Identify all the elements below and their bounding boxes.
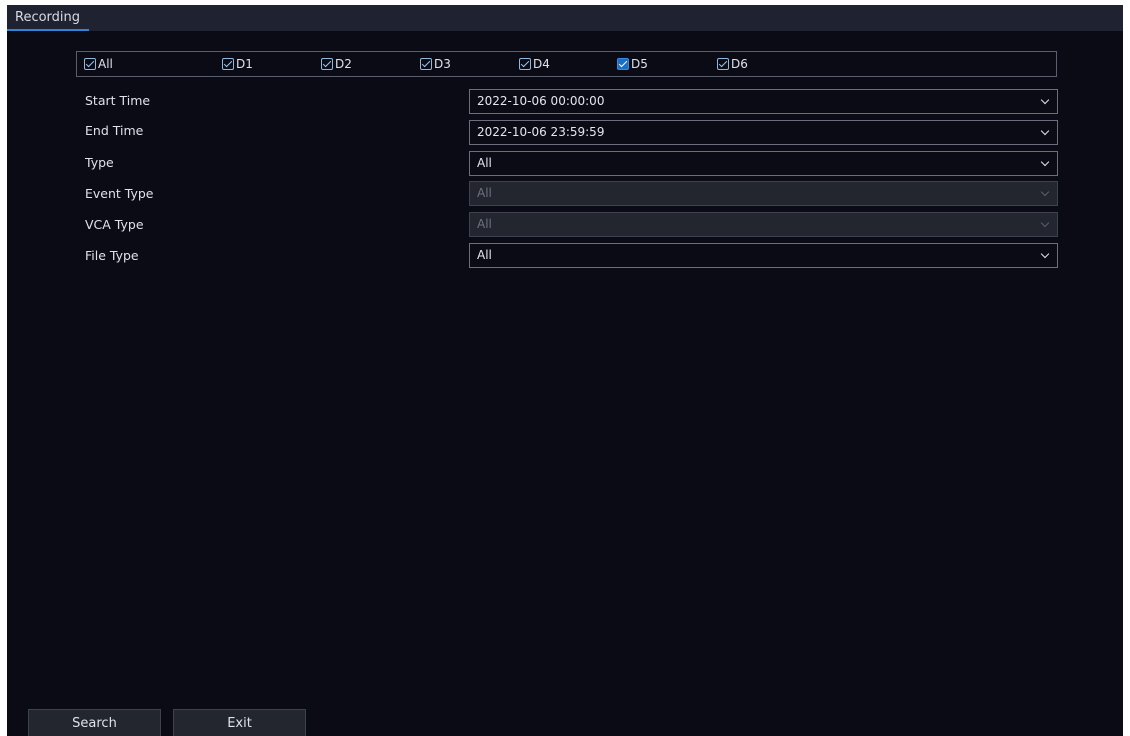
checkbox-checked-icon	[617, 58, 629, 70]
chevron-down-icon	[1040, 95, 1050, 105]
vca-type-select: All	[469, 212, 1058, 237]
channel-checkbox-d2[interactable]: D2	[321, 55, 352, 73]
vca-type-label: VCA Type	[85, 217, 144, 232]
end-time-label: End Time	[85, 123, 144, 138]
channel-label: D5	[631, 57, 648, 71]
tab-recording[interactable]: Recording	[7, 5, 90, 31]
start-time-label: Start Time	[85, 93, 151, 108]
recording-search-screen: Recording All D1 D2 D3 D4 D5 D6 Start Ti…	[7, 5, 1123, 736]
file-type-label: File Type	[85, 248, 139, 263]
channel-checkbox-d6[interactable]: D6	[717, 55, 748, 73]
end-time-field[interactable]: 2022-10-06 23:59:59	[469, 120, 1058, 145]
channel-label: D6	[731, 57, 748, 71]
checkbox-checked-icon	[222, 58, 234, 70]
vca-type-value: All	[477, 217, 492, 231]
type-select[interactable]: All	[469, 151, 1058, 176]
tab-bar: Recording	[7, 5, 1123, 31]
event-type-value: All	[477, 186, 492, 200]
exit-button[interactable]: Exit	[173, 709, 306, 736]
chevron-down-icon	[1040, 218, 1050, 228]
start-time-field[interactable]: 2022-10-06 00:00:00	[469, 89, 1058, 114]
channel-label: All	[98, 57, 113, 71]
channel-label: D3	[434, 57, 451, 71]
type-label: Type	[85, 155, 114, 170]
channel-label: D4	[533, 57, 550, 71]
channel-label: D2	[335, 57, 352, 71]
checkbox-checked-icon	[420, 58, 432, 70]
chevron-down-icon	[1040, 126, 1050, 136]
checkbox-checked-icon	[321, 58, 333, 70]
chevron-down-icon	[1040, 249, 1050, 259]
search-button[interactable]: Search	[28, 709, 161, 736]
channel-label: D1	[236, 57, 253, 71]
chevron-down-icon	[1040, 187, 1050, 197]
channel-checkbox-all[interactable]: All	[84, 55, 113, 73]
file-type-select[interactable]: All	[469, 243, 1058, 268]
checkbox-checked-icon	[519, 58, 531, 70]
channel-checkbox-d1[interactable]: D1	[222, 55, 253, 73]
chevron-down-icon	[1040, 157, 1050, 167]
end-time-value: 2022-10-06 23:59:59	[477, 125, 605, 139]
file-type-value: All	[477, 248, 492, 262]
checkbox-checked-icon	[84, 58, 96, 70]
channel-checkbox-d4[interactable]: D4	[519, 55, 550, 73]
checkbox-checked-icon	[717, 58, 729, 70]
start-time-value: 2022-10-06 00:00:00	[477, 94, 605, 108]
event-type-label: Event Type	[85, 186, 154, 201]
channel-selector: All D1 D2 D3 D4 D5 D6	[76, 51, 1057, 77]
channel-checkbox-d3[interactable]: D3	[420, 55, 451, 73]
channel-checkbox-d5[interactable]: D5	[617, 55, 648, 73]
type-value: All	[477, 156, 492, 170]
event-type-select: All	[469, 181, 1058, 206]
